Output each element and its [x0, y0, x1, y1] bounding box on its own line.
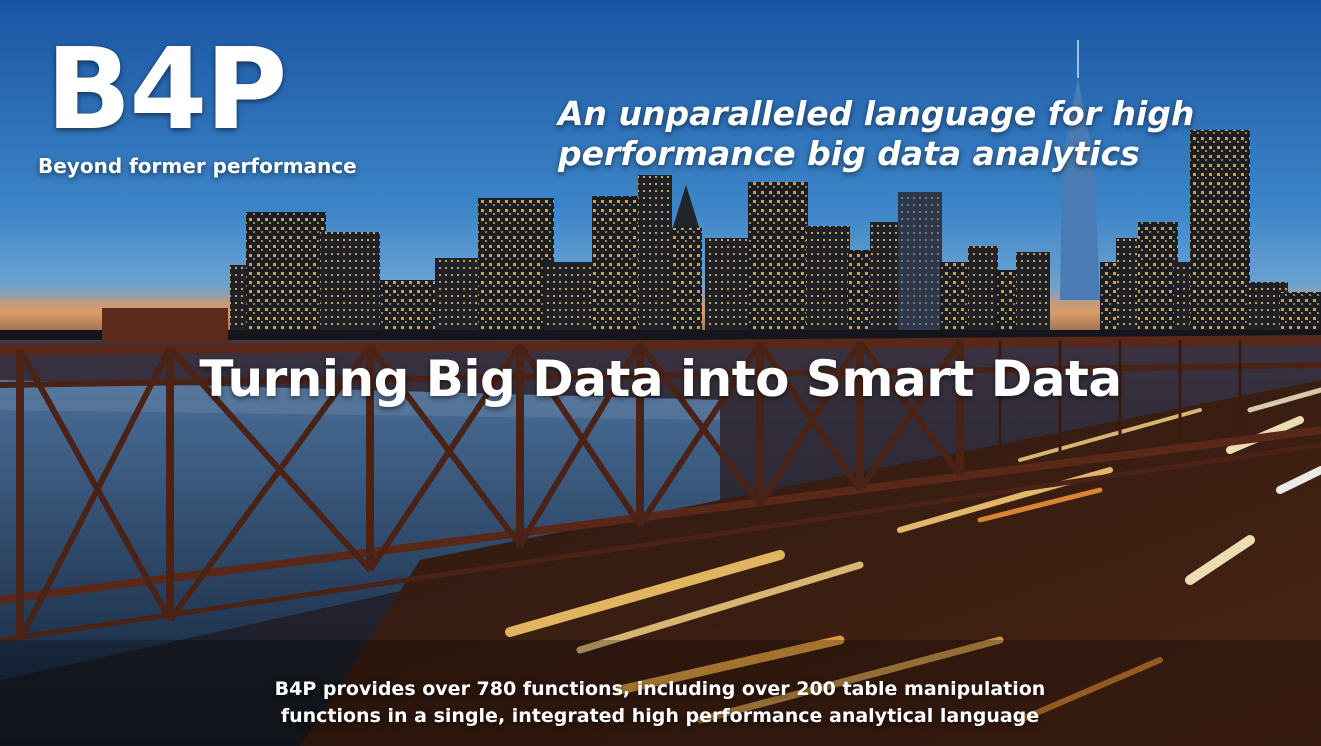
- footer-line-2: functions in a single, integrated high p…: [280, 704, 1040, 727]
- footer-description: B4P provides over 780 functions, includi…: [180, 676, 1140, 729]
- headline-line-1: An unparalleled language for high: [558, 94, 1195, 133]
- headline-line-2: performance big data analytics: [558, 133, 1140, 173]
- headline: An unparalleled language for high perfor…: [558, 94, 1238, 173]
- footer-line-1: B4P provides over 780 functions, includi…: [274, 678, 1046, 700]
- brand-logo: B4P: [46, 25, 287, 155]
- center-title: Turning Big Data into Smart Data: [199, 350, 1122, 408]
- brand-tagline: Beyond former performance: [38, 154, 357, 178]
